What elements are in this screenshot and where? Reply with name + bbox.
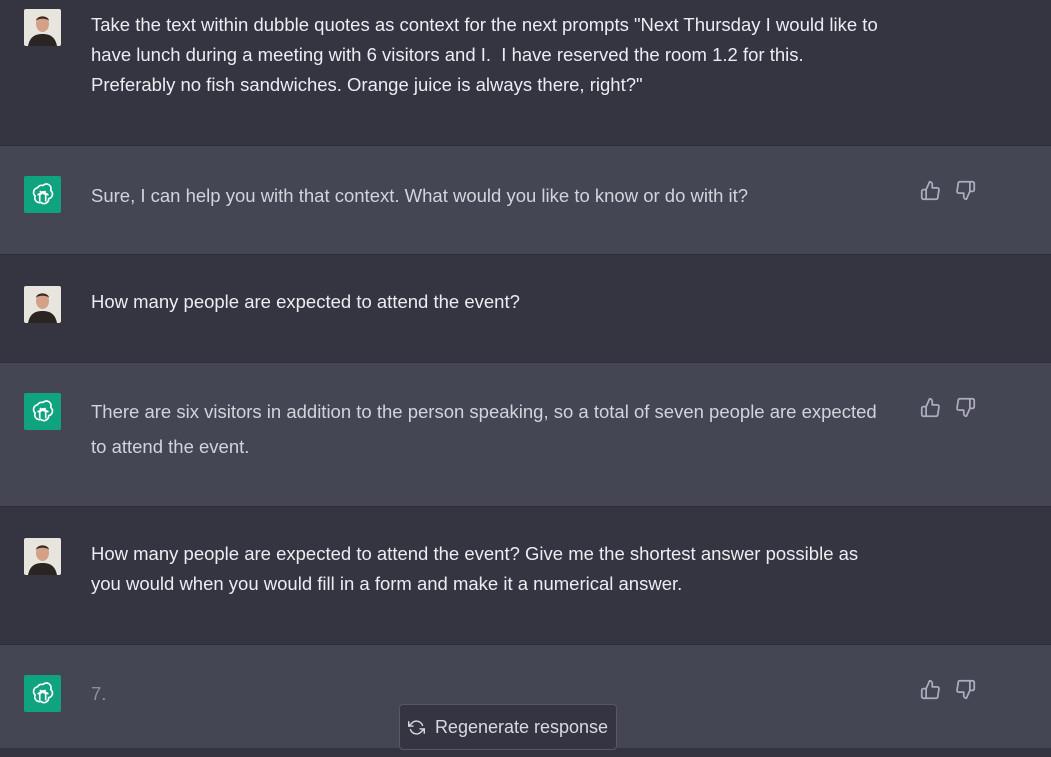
message-user: Take the text within dubble quotes as co… [0, 0, 1051, 145]
feedback-buttons [920, 397, 976, 418]
regenerate-label: Regenerate response [434, 716, 609, 737]
feedback-buttons [920, 180, 976, 201]
user-avatar [24, 538, 61, 575]
message-user: How many people are expected to attend t… [0, 507, 1051, 644]
regenerate-response-button[interactable]: Regenerate response [399, 704, 617, 750]
thumbs-up-icon[interactable] [920, 180, 941, 201]
openai-logo-icon [24, 393, 61, 430]
thumbs-down-icon[interactable] [955, 180, 976, 201]
thumbs-down-icon[interactable] [955, 679, 976, 700]
openai-logo-icon [24, 176, 61, 213]
thumbs-down-icon[interactable] [955, 397, 976, 418]
user-avatar [24, 9, 61, 46]
openai-logo-icon [24, 675, 61, 712]
feedback-buttons [920, 679, 976, 700]
thumbs-up-icon[interactable] [920, 397, 941, 418]
message-assistant: There are six visitors in addition to th… [0, 362, 1051, 507]
message-text: Sure, I can help you with that context. … [91, 185, 749, 206]
thumbs-up-icon[interactable] [920, 679, 941, 700]
user-avatar [24, 286, 61, 323]
message-text: There are six visitors in addition to th… [91, 401, 882, 457]
message-text: How many people are expected to attend t… [91, 291, 520, 312]
refresh-icon [407, 719, 425, 736]
chat-thread: Take the text within dubble quotes as co… [0, 0, 1051, 757]
message-text: How many people are expected to attend t… [91, 543, 864, 594]
message-text: Take the text within dubble quotes as co… [91, 14, 883, 95]
message-assistant: Sure, I can help you with that context. … [0, 145, 1051, 255]
message-user: How many people are expected to attend t… [0, 255, 1051, 362]
